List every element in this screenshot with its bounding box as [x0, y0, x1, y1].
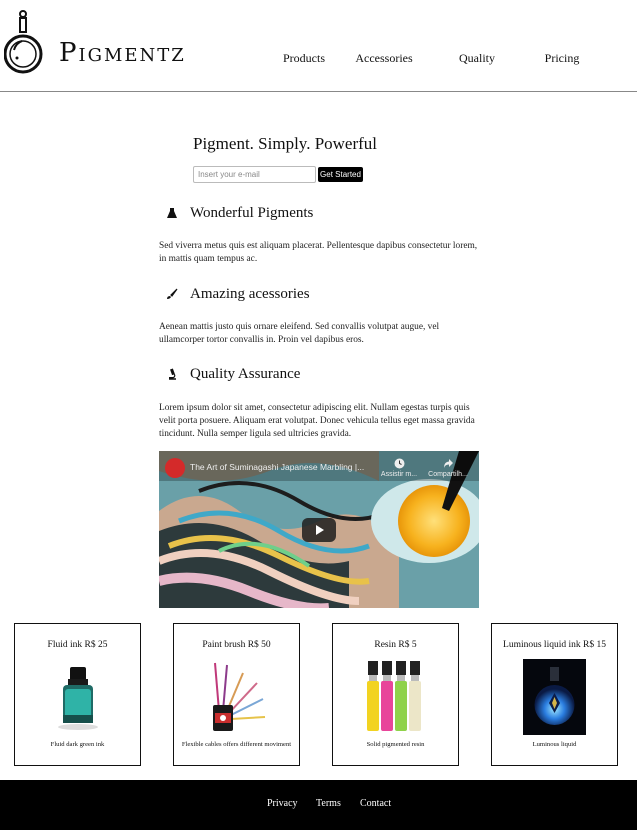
ink-bottle-image — [46, 659, 109, 735]
nav-pricing[interactable]: Pricing — [517, 51, 607, 66]
share-button[interactable]: Compartilh... — [425, 458, 471, 478]
share-icon — [443, 459, 453, 468]
product-card[interactable]: Fluid ink R$ 25 Fluid dark green ink — [14, 623, 141, 766]
section-quality-body: Lorem ipsum dolor sit amet, consectetur … — [159, 403, 475, 439]
watch-later-button[interactable]: Assistir m... — [377, 458, 421, 478]
product-description: Luminous liquid — [532, 741, 577, 748]
site-header: Pigmentz Products Accessories Quality Pr… — [0, 0, 637, 92]
share-label: Compartilh... — [428, 471, 468, 478]
footer-link-contact[interactable]: Contact — [360, 798, 391, 809]
luminous-ink-image — [523, 659, 586, 735]
channel-avatar[interactable] — [165, 458, 185, 478]
section-accessories-body: Aenean mattis justo quis ornare eleifend… — [159, 322, 440, 345]
section-title: Quality Assurance — [190, 365, 301, 382]
product-title: Paint brush R$ 50 — [202, 640, 271, 650]
product-card[interactable]: Luminous liquid ink R$ 15 Luminous liqui… — [491, 623, 618, 766]
site-footer: Privacy Terms Contact — [0, 780, 637, 830]
footer-link-privacy[interactable]: Privacy — [267, 798, 298, 809]
section-title: Wonderful Pigments — [190, 204, 314, 221]
email-input[interactable] — [193, 166, 316, 183]
flask-icon — [167, 208, 177, 218]
product-card[interactable]: Resin R$ 5 Solid pigmented resin — [332, 623, 459, 766]
product-title: Resin R$ 5 — [374, 640, 417, 650]
play-button[interactable] — [302, 518, 336, 542]
product-title: Luminous liquid ink R$ 15 — [503, 640, 606, 650]
microscope-icon — [169, 368, 176, 380]
nav-quality[interactable]: Quality — [432, 51, 522, 66]
get-started-button[interactable]: Get Started — [318, 167, 363, 182]
section-pigments-heading: Wonderful Pigments — [166, 203, 313, 223]
paint-brush-image — [205, 659, 268, 735]
nav-products[interactable]: Products — [259, 51, 349, 66]
clock-icon — [394, 458, 404, 469]
footer-link-terms[interactable]: Terms — [316, 798, 341, 809]
hero-title: Pigment. Simply. Powerful — [193, 134, 378, 153]
paint-brush-icon — [167, 288, 178, 299]
section-accessories-heading: Amazing acessories — [166, 284, 310, 304]
video-title[interactable]: The Art of Suminagashi Japanese Marbling… — [190, 462, 380, 472]
product-description: Solid pigmented resin — [366, 741, 425, 748]
product-description: Fluid dark green ink — [50, 741, 105, 748]
youtube-video-embed[interactable]: The Art of Suminagashi Japanese Marbling… — [159, 451, 479, 608]
watch-later-label: Assistir m... — [380, 471, 418, 478]
section-title: Amazing acessories — [190, 285, 310, 302]
section-pigments-body: Sed viverra metus quis est aliquam place… — [159, 241, 478, 264]
product-card[interactable]: Paint brush R$ 50 Flexible cables offers… — [173, 623, 300, 766]
nav-accessories[interactable]: Accessories — [339, 51, 429, 66]
main-nav: Products Accessories Quality Pricing — [0, 51, 637, 67]
resin-bottles-image — [364, 659, 427, 735]
section-quality-heading: Quality Assurance — [166, 364, 300, 384]
product-description: Flexible cables offers different movimen… — [181, 741, 292, 748]
product-title: Fluid ink R$ 25 — [47, 640, 108, 650]
